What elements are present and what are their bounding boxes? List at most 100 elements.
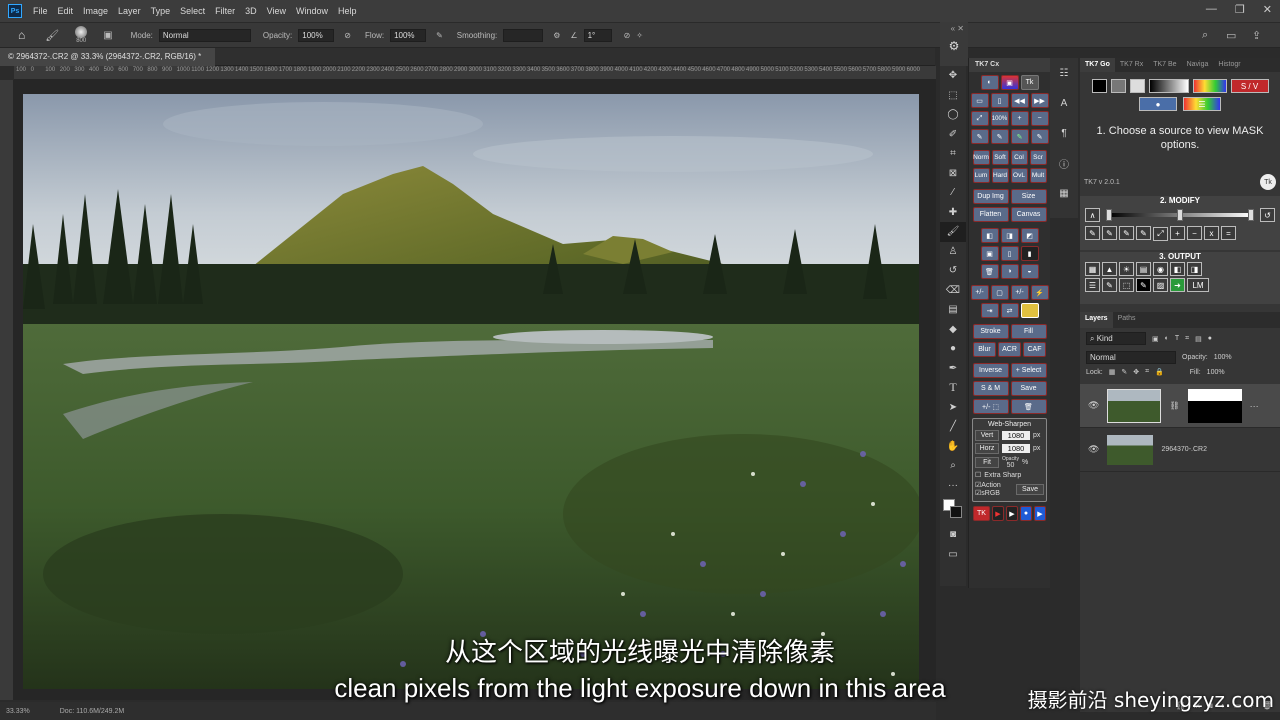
filter-shape-icon[interactable]: ⌗ [1185, 335, 1189, 343]
ws-opacity-value[interactable]: 50 [1007, 462, 1015, 469]
brush-preset-picker[interactable]: 800 [75, 26, 88, 44]
out-menu-icon[interactable]: ☰ [1085, 278, 1100, 292]
tk-button[interactable]: TK [973, 506, 990, 521]
lasso-tool-icon[interactable]: ◯ [940, 105, 966, 125]
menu-image[interactable]: Image [78, 6, 113, 16]
out-black-brush-icon[interactable]: ✎ [1136, 278, 1151, 292]
layer-name[interactable]: 2964370-.CR2 [1161, 446, 1207, 453]
info-icon[interactable]: ⓘ [1050, 148, 1078, 178]
play-red-icon[interactable]: ▶ [992, 506, 1004, 521]
character-icon[interactable]: A [1050, 88, 1078, 118]
vert-px-field[interactable]: 1080 [1002, 431, 1030, 440]
layer-opacity-value[interactable]: 100% [1214, 354, 1232, 361]
acr-button[interactable]: ACR [998, 342, 1021, 357]
tab-layers[interactable]: Layers [1080, 312, 1113, 328]
minimize-icon[interactable]: — [1206, 3, 1217, 16]
out-sun-icon[interactable]: ☀ [1119, 262, 1134, 276]
gray-source[interactable] [1110, 79, 1126, 93]
s-and-m-button[interactable]: S & M [972, 381, 1009, 396]
dodge-tool-icon[interactable]: ● [940, 339, 966, 359]
modify-up-icon[interactable]: ∧ [1085, 208, 1100, 222]
delete-layer-icon[interactable]: 🗑 [980, 264, 999, 279]
brush-tool-icon[interactable]: 🖌 [45, 29, 59, 42]
brush-settings-icon[interactable]: ▣ [103, 30, 112, 41]
quick-mask-icon[interactable]: ◙ [940, 525, 966, 545]
layer-row-background[interactable]: 👁 2964370-.CR2 [1080, 428, 1280, 472]
brush-gray-icon[interactable]: ✎ [1030, 129, 1049, 144]
menu-layer[interactable]: Layer [113, 6, 146, 16]
dup-img-button[interactable]: Dup Img [972, 189, 1009, 204]
lock-paint-icon[interactable]: ✎ [1121, 368, 1127, 376]
menu-select[interactable]: Select [175, 6, 210, 16]
play-white-icon[interactable]: ▶ [1006, 506, 1018, 521]
pressure-size-icon[interactable]: ⊘ [624, 31, 631, 40]
blend-mode-select[interactable]: Normal [1086, 351, 1176, 364]
marquee-tool-icon[interactable]: ⬚ [940, 86, 966, 106]
layer-toggle-icon[interactable]: ▮ [1020, 246, 1039, 261]
mod-plus-icon[interactable]: + [1170, 226, 1185, 240]
size-button[interactable]: Size [1010, 189, 1047, 204]
zoom-100-button[interactable]: 100% [990, 111, 1009, 126]
black-source[interactable] [1091, 79, 1107, 93]
document-tab[interactable]: © 2964372-.CR2 @ 33.3% (2964372-.CR2, RG… [0, 48, 215, 66]
eyedropper-icon[interactable]: ⁄ [940, 183, 966, 203]
smoothing-settings-icon[interactable]: ⚙ [553, 31, 560, 40]
tab-tk7-be[interactable]: TK7 Be [1148, 58, 1181, 72]
quick-select-icon[interactable]: ✐ [940, 125, 966, 145]
out-apply-icon[interactable]: ➜ [1170, 278, 1185, 292]
split-icon[interactable]: ◒ [1020, 264, 1039, 279]
blur-tool-icon[interactable]: ◆ [940, 320, 966, 340]
blur-button[interactable]: Blur [973, 342, 996, 357]
line-tool-icon[interactable]: ╱ [940, 417, 966, 437]
gradient-tool-icon[interactable]: ▤ [940, 300, 966, 320]
smoothing-field[interactable] [503, 28, 544, 42]
play-blue-icon[interactable]: ▶ [1034, 506, 1046, 521]
layer-mask-icon[interactable]: ◩ [1020, 228, 1039, 243]
new-layer-icon[interactable]: ▯ [1000, 246, 1019, 261]
frame-tool-icon[interactable]: ⊠ [940, 164, 966, 184]
color-swatches[interactable] [940, 495, 966, 525]
tab-paths[interactable]: Paths [1113, 312, 1141, 328]
layer-filter-kind[interactable]: ⌕ Kind [1086, 332, 1146, 345]
canvas-area[interactable] [14, 80, 936, 700]
eraser-icon[interactable]: ⌫ [940, 281, 966, 301]
move-tool-icon[interactable]: ✥ [940, 66, 966, 86]
apply-icon[interactable]: ⇥ [980, 303, 999, 318]
brush-green-icon[interactable]: ✎ [1010, 129, 1029, 144]
sv-button[interactable]: S / V [1230, 79, 1269, 93]
caf-button[interactable]: CAF [1023, 342, 1046, 357]
tab-tk7-rx[interactable]: TK7 Rx [1115, 58, 1148, 72]
tk-color-icon[interactable]: ▣ [1000, 75, 1019, 90]
lock-artboard-icon[interactable]: ⌗ [1145, 368, 1149, 376]
brush-white-icon[interactable]: ✎ [990, 129, 1009, 144]
blend-scr-button[interactable]: Scr [1029, 150, 1047, 165]
mod-brush1-icon[interactable]: ✎ [1085, 226, 1100, 240]
angle-field[interactable]: 1° [583, 28, 612, 42]
horz-button[interactable]: Horz [975, 443, 999, 454]
menu-window[interactable]: Window [291, 6, 333, 16]
filter-smart-icon[interactable]: ▤ [1195, 335, 1202, 343]
tk-logo-icon[interactable]: Tk [1020, 75, 1039, 90]
tk-mask-icon[interactable]: ◐ [980, 75, 999, 90]
restore-icon[interactable]: ❐ [1235, 3, 1245, 16]
trash-selection-icon[interactable]: 🗑 [1010, 399, 1047, 414]
healing-brush-icon[interactable]: ✚ [940, 203, 966, 223]
fill-value[interactable]: 100% [1207, 369, 1225, 376]
paragraph-icon[interactable]: ¶ [1050, 118, 1078, 148]
flow-field[interactable]: 100% [390, 28, 427, 42]
lock-pixels-icon[interactable]: ▦ [1109, 368, 1116, 376]
stroke-button[interactable]: Stroke [972, 324, 1009, 339]
screen-mode-icon[interactable]: ▭ [940, 545, 966, 565]
zoom-tool-icon[interactable]: ⌕ [940, 456, 966, 476]
modify-reset-icon[interactable]: ↺ [1260, 208, 1275, 222]
horz-px-field[interactable]: 1080 [1002, 444, 1030, 453]
layer-mask-thumbnail[interactable] [1187, 388, 1242, 423]
lock-move-icon[interactable]: ✥ [1133, 368, 1139, 376]
menu-file[interactable]: File [28, 6, 53, 16]
zoom-in-icon[interactable]: + [1010, 111, 1029, 126]
plus-minus-icon[interactable]: +/- [1010, 285, 1029, 300]
pressure-opacity-icon[interactable]: ⊘ [344, 31, 351, 40]
mod-equal-icon[interactable]: = [1221, 226, 1236, 240]
blend-mult-button[interactable]: Mult [1029, 168, 1047, 183]
lightning-icon[interactable]: ⚡ [1030, 285, 1049, 300]
